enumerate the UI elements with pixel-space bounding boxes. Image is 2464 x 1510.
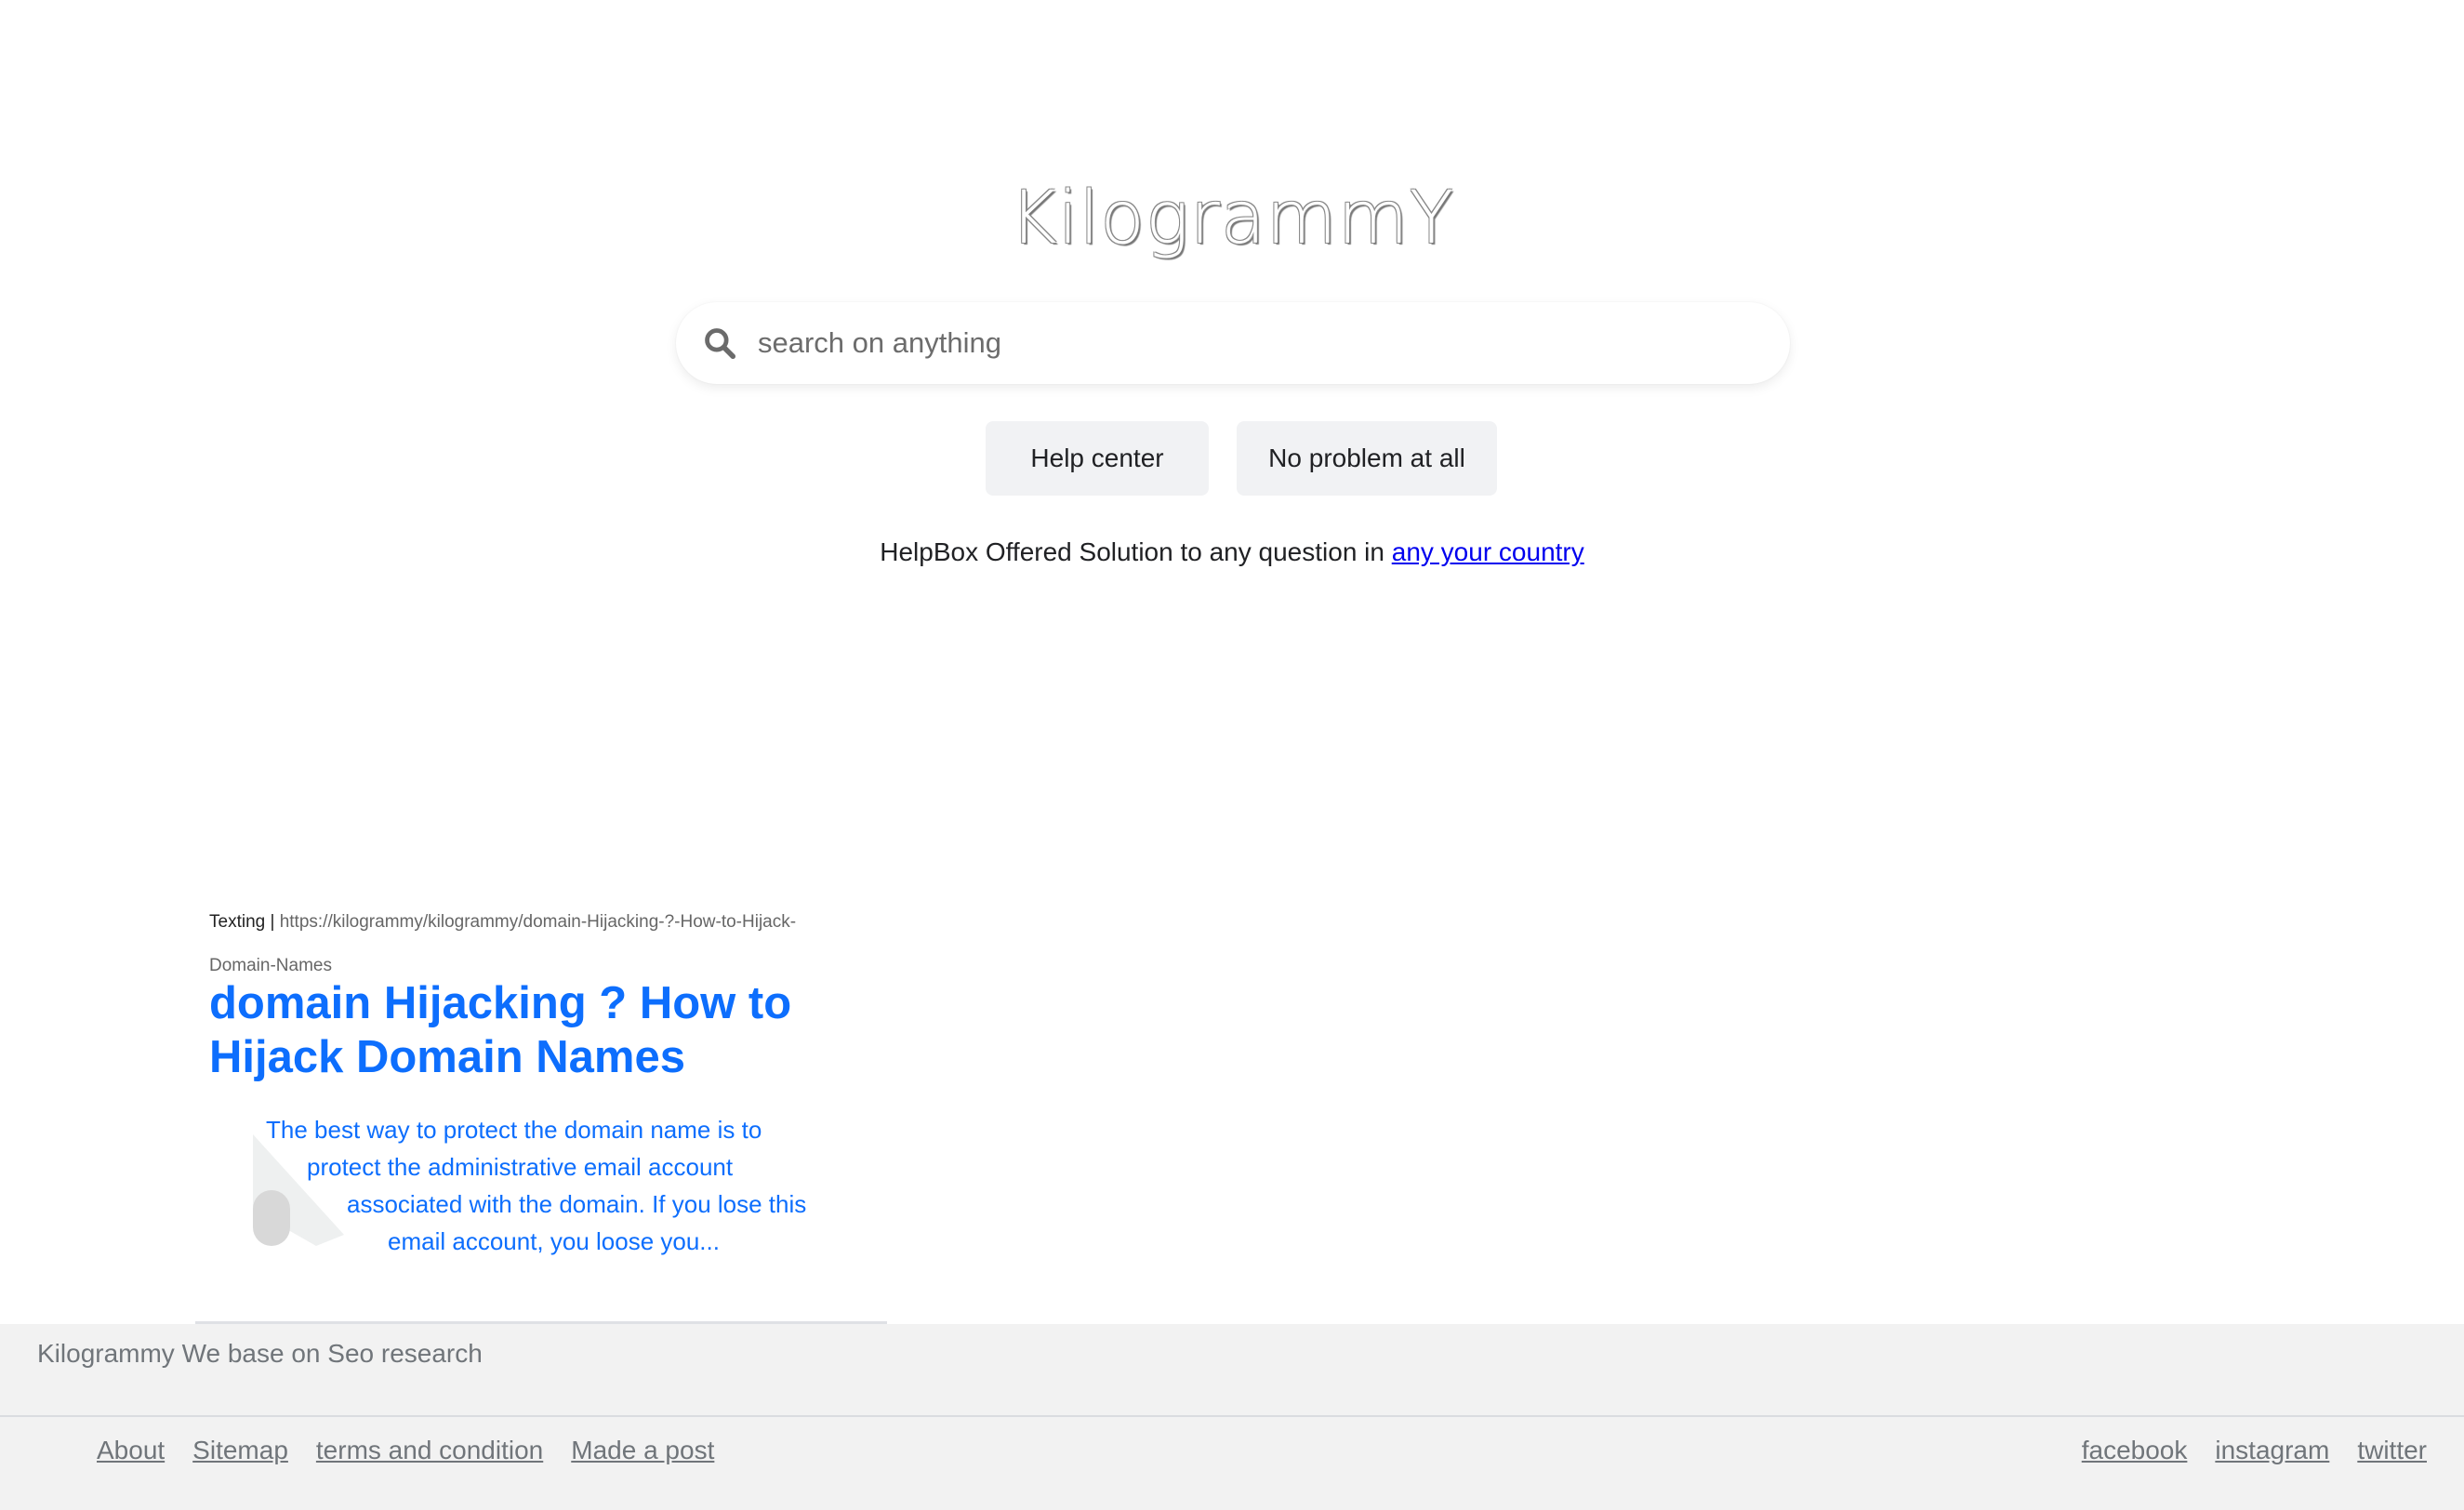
no-problem-button[interactable]: No problem at all	[1237, 421, 1497, 496]
about-link[interactable]: About	[97, 1436, 165, 1465]
snippet-line: protect the administrative email account	[307, 1153, 734, 1181]
result-category: Texting	[209, 912, 266, 932]
site-logo: KilogrammY	[1009, 177, 1455, 260]
tagline-text: HelpBox Offered Solution to any question…	[880, 537, 1392, 566]
result-meta: Texting | https://kilogrammy/kilogrammy/…	[209, 900, 860, 987]
instagram-link[interactable]: instagram	[2215, 1436, 2329, 1465]
search-input[interactable]	[758, 326, 1734, 360]
snippet-line: The best way to protect the domain name …	[266, 1116, 762, 1144]
sitemap-link[interactable]: Sitemap	[192, 1436, 288, 1465]
footer-left-links: About Sitemap terms and condition Made a…	[97, 1436, 714, 1465]
search-bar[interactable]	[676, 302, 1790, 384]
separator: |	[270, 912, 275, 932]
footer-social-links: facebook instagram twitter	[2082, 1436, 2427, 1465]
terms-link[interactable]: terms and condition	[316, 1436, 543, 1465]
twitter-link[interactable]: twitter	[2357, 1436, 2427, 1465]
facebook-link[interactable]: facebook	[2082, 1436, 2188, 1465]
made-a-post-link[interactable]: Made a post	[571, 1436, 714, 1465]
result-title[interactable]: domain Hijacking ? How to Hijack Domain …	[209, 976, 879, 1084]
snippet-line: associated with the domain. If you lose …	[347, 1190, 807, 1218]
country-link[interactable]: any your country	[1392, 537, 1584, 566]
search-icon	[705, 328, 736, 360]
footer-tagline: Kilogrammy We base on Seo research	[37, 1339, 483, 1368]
snippet-line: email account, you loose you...	[388, 1227, 720, 1255]
result-url[interactable]: https://kilogrammy/kilogrammy/domain-Hij…	[209, 912, 796, 975]
footer: Kilogrammy We base on Seo research About…	[0, 1324, 2464, 1510]
decorative-shape-icon	[253, 1134, 344, 1246]
tagline: HelpBox Offered Solution to any question…	[0, 537, 2464, 567]
help-center-button[interactable]: Help center	[986, 421, 1209, 496]
footer-divider	[0, 1415, 2464, 1417]
